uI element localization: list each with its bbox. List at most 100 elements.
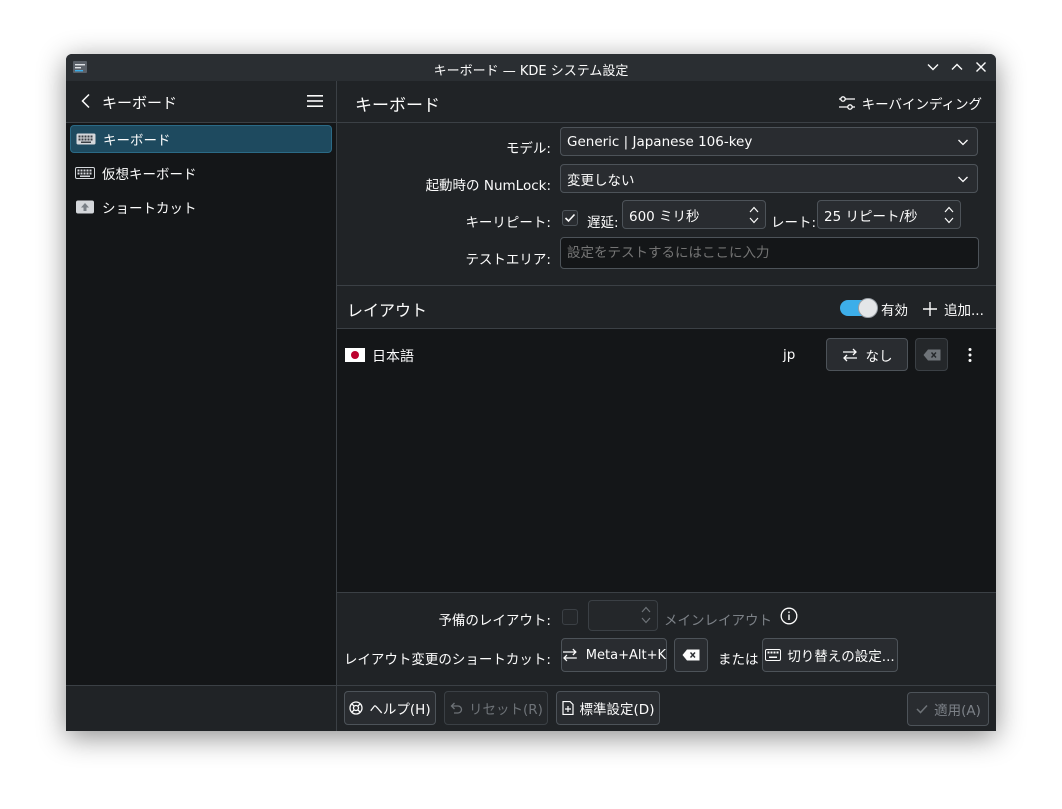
title-bar: キーボード — KDE システム設定 xyxy=(66,54,996,81)
chevron-down-icon xyxy=(927,64,939,71)
key-bindings-button[interactable]: キーバインディング xyxy=(838,93,982,113)
key-repeat-checkbox[interactable] xyxy=(562,210,578,226)
virtual-keyboard-icon xyxy=(75,167,95,179)
keyboard-icon xyxy=(76,133,96,145)
apply-label: 適用(A) xyxy=(934,703,981,719)
or-label: または xyxy=(718,652,759,668)
help-lifebuoy-icon xyxy=(349,701,364,715)
layout-code: jp xyxy=(783,347,796,363)
footer-left-bar xyxy=(66,685,336,731)
layout-shortcut-button[interactable]: なし xyxy=(826,338,908,371)
switch-settings-label: 切り替えの設定... xyxy=(787,649,895,665)
backspace-icon xyxy=(923,349,940,360)
model-label: モデル: xyxy=(505,141,551,157)
sidebar-header: キーボード xyxy=(66,81,336,123)
undo-icon xyxy=(450,702,463,714)
switch-shortcut-value: Meta+Alt+K xyxy=(585,647,666,663)
sidebar-item-keyboard[interactable]: キーボード xyxy=(70,125,332,153)
defaults-button[interactable]: 標準設定(D) xyxy=(556,691,660,725)
layouts-enabled-label: 有効 xyxy=(881,303,908,319)
layouts-header: レイアウト 有効 追加... xyxy=(337,286,996,329)
model-combobox[interactable]: Generic | Japanese 106-key xyxy=(560,127,978,156)
switch-shortcut-label: レイアウト変更のショートカット: xyxy=(343,652,551,668)
backspace-icon xyxy=(682,649,700,661)
sliders-icon xyxy=(838,96,855,110)
rate-label: レート: xyxy=(771,215,817,231)
layout-options: 予備のレイアウト: メインレイアウト レイアウト変更のショートカット: Meta… xyxy=(337,592,996,686)
layouts-section: レイアウト 有効 追加... 日本語 jp なし xyxy=(337,286,996,592)
chevron-down-icon xyxy=(958,139,968,146)
minimize-button[interactable] xyxy=(924,58,942,76)
keyboard-icon xyxy=(765,649,782,661)
info-icon[interactable] xyxy=(780,607,798,625)
close-button[interactable] xyxy=(972,58,990,76)
sidebar-item-shortcuts[interactable]: ショートカット xyxy=(70,193,332,221)
key-bindings-label: キーバインディング xyxy=(861,97,982,113)
sidebar-item-label: キーボード xyxy=(103,133,171,149)
rate-value: 25 リピート/秒 xyxy=(824,208,918,225)
toggle-knob xyxy=(858,298,878,318)
spare-layouts-checkbox[interactable] xyxy=(562,609,578,625)
sidebar-item-virtual-keyboard[interactable]: 仮想キーボード xyxy=(70,159,332,187)
reset-label: リセット(R) xyxy=(469,702,543,718)
chevron-down-icon xyxy=(958,176,968,183)
close-icon xyxy=(976,62,986,72)
reset-button[interactable]: リセット(R) xyxy=(444,691,548,725)
check-icon xyxy=(916,704,928,714)
shortcut-arrows-icon xyxy=(562,648,577,662)
shortcut-key-icon xyxy=(76,200,94,214)
shortcut-arrows-icon xyxy=(842,348,857,361)
japan-flag-icon xyxy=(345,348,365,362)
add-layout-button[interactable]: 追加... xyxy=(922,299,984,319)
numlock-combobox[interactable]: 変更しない xyxy=(560,164,978,193)
add-layout-label: 追加... xyxy=(944,303,984,319)
switch-settings-button[interactable]: 切り替えの設定... xyxy=(762,638,898,672)
maximize-button[interactable] xyxy=(948,58,966,76)
help-button[interactable]: ヘルプ(H) xyxy=(344,691,436,725)
keyboard-form: モデル: Generic | Japanese 106-key 起動時の Num… xyxy=(337,123,996,286)
sidebar: キーボード キーボード 仮想キーボード ショートカット xyxy=(66,81,337,731)
back-arrow-icon[interactable] xyxy=(78,93,94,109)
spin-arrows-icon[interactable] xyxy=(640,604,652,626)
help-label: ヘルプ(H) xyxy=(369,702,431,718)
rate-spinbox[interactable]: 25 リピート/秒 xyxy=(817,200,961,229)
check-icon xyxy=(564,213,576,223)
key-repeat-label: キーリピート: xyxy=(465,215,551,231)
delay-spinbox[interactable]: 600 ミリ秒 xyxy=(622,200,766,229)
sidebar-item-label: ショートカット xyxy=(102,201,197,217)
model-value: Generic | Japanese 106-key xyxy=(567,133,753,150)
spin-arrows-icon[interactable] xyxy=(748,204,760,226)
apply-button[interactable]: 適用(A) xyxy=(907,692,989,726)
settings-window: キーボード — KDE システム設定 キーボード キーボード 仮想キーボード シ… xyxy=(66,54,996,731)
test-area-label: テストエリア: xyxy=(465,252,551,268)
clear-switch-shortcut-button[interactable] xyxy=(674,638,708,672)
layout-shortcut-label: なし xyxy=(865,348,893,365)
test-area-input[interactable] xyxy=(560,237,979,269)
layouts-enabled-toggle[interactable] xyxy=(840,298,878,318)
hamburger-menu-icon[interactable] xyxy=(306,93,324,109)
spin-arrows-icon[interactable] xyxy=(943,204,955,226)
sidebar-item-label: 仮想キーボード xyxy=(102,167,197,183)
clear-shortcut-button[interactable] xyxy=(915,338,948,371)
page-title: キーボード xyxy=(355,96,440,116)
spare-layouts-label: 予備のレイアウト: xyxy=(438,613,551,629)
sidebar-title: キーボード xyxy=(102,94,178,112)
main-panel: キーボード キーバインディング モデル: Generic | Japanese … xyxy=(337,81,996,731)
numlock-label: 起動時の NumLock: xyxy=(425,178,551,194)
main-layout-label: メインレイアウト xyxy=(664,613,772,629)
document-defaults-icon xyxy=(561,701,574,715)
window-title: キーボード — KDE システム設定 xyxy=(433,64,629,79)
more-options-icon[interactable] xyxy=(967,347,973,363)
layouts-title: レイアウト xyxy=(347,301,428,320)
delay-label: 遅延: xyxy=(587,215,619,231)
delay-value: 600 ミリ秒 xyxy=(629,208,700,225)
layout-name: 日本語 xyxy=(372,349,414,365)
switch-shortcut-button[interactable]: Meta+Alt+K xyxy=(561,638,667,672)
spare-layouts-spinbox[interactable] xyxy=(588,600,658,631)
chevron-up-icon xyxy=(951,63,963,70)
layout-row[interactable]: 日本語 jp なし xyxy=(337,329,996,379)
main-header: キーボード キーバインディング xyxy=(337,81,996,123)
defaults-label: 標準設定(D) xyxy=(579,702,655,718)
plus-icon xyxy=(923,302,937,316)
numlock-value: 変更しない xyxy=(567,172,635,189)
